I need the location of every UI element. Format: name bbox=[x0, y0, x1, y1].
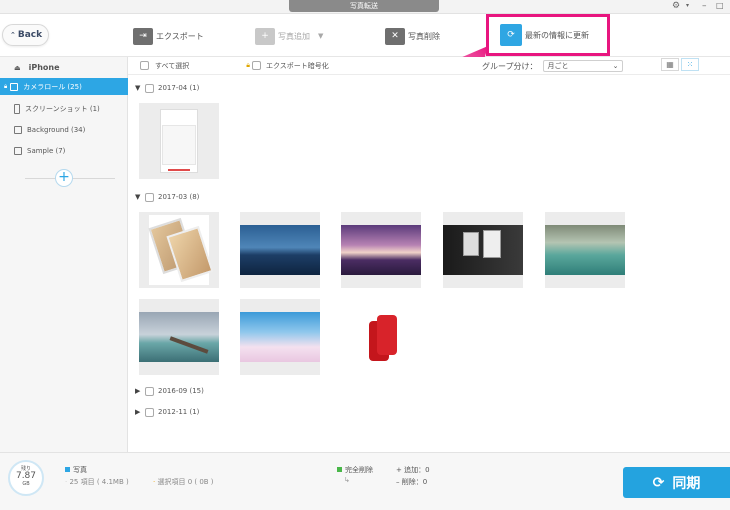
expand-triangle-icon[interactable]: ▼ bbox=[135, 84, 145, 92]
added-value: 追加：0 bbox=[404, 466, 430, 474]
select-all-checkbox[interactable] bbox=[140, 61, 149, 70]
gauge-unit: GB bbox=[22, 481, 30, 487]
storage-gauge: 残り 7.87 GB bbox=[8, 460, 44, 496]
sidebar-item-label: スクリーンショット (1) bbox=[25, 104, 100, 113]
group-checkbox[interactable] bbox=[145, 192, 154, 202]
group-label: 2017-04 (1) bbox=[158, 84, 200, 92]
deleted-stat: – 削除：0 bbox=[396, 477, 427, 487]
back-button[interactable]: ⌃ Back bbox=[2, 24, 49, 46]
photos-count-value: 25 項目 ( 4.1MB ) bbox=[69, 478, 129, 486]
sidebar-item-camera-roll[interactable]: 🔒︎ カメラロール (25) bbox=[0, 78, 128, 95]
sidebar-item-label: カメラロール (25) bbox=[23, 82, 82, 91]
lock-icon: 🔒︎ bbox=[4, 82, 8, 90]
chevron-up-icon: ⌃ bbox=[10, 31, 16, 39]
permanent-delete-stat: 完全削除 bbox=[337, 465, 373, 475]
group-label: 2016-09 (15) bbox=[158, 387, 204, 395]
group-checkbox[interactable] bbox=[145, 386, 154, 396]
export-label: エクスポート bbox=[156, 31, 204, 41]
export-button[interactable]: ⇥ エクスポート bbox=[133, 26, 204, 46]
sidebar-device-iphone[interactable]: ⏏ iPhone bbox=[0, 59, 128, 76]
add-photo-button[interactable]: + 写真追加 ▼ bbox=[255, 26, 323, 46]
add-album-button[interactable]: + bbox=[55, 169, 73, 187]
phone-icon bbox=[14, 103, 20, 114]
chevron-down-icon: ⌄ bbox=[612, 62, 619, 70]
photos-stat: 写真 bbox=[65, 465, 87, 475]
sync-icon: ⟳ bbox=[652, 474, 665, 491]
selected-count: · 選択項目 0 ( 0B ) bbox=[153, 478, 214, 486]
photo-content: すべて選択 🔒︎ エクスポート暗号化 グループ分け： 月ごと ⌄ ▦ ⁙ ▼ 2… bbox=[128, 57, 730, 452]
eject-icon: ⏏ bbox=[14, 63, 21, 72]
group-checkbox[interactable] bbox=[145, 83, 154, 93]
group-label: 2017-03 (8) bbox=[158, 193, 200, 201]
select-all-label: すべて選択 bbox=[155, 61, 190, 70]
photos-color-square bbox=[65, 467, 70, 472]
photo-thumbnail[interactable] bbox=[341, 212, 421, 288]
small-grid-view-button[interactable]: ⁙ bbox=[681, 58, 699, 71]
selected-count-value: 選択項目 0 ( 0B ) bbox=[157, 478, 214, 486]
sidebar-item-sample[interactable]: Sample (7) bbox=[0, 142, 128, 159]
image-icon bbox=[14, 125, 22, 134]
sync-label: 同期 bbox=[672, 475, 701, 492]
sidebar-item-background[interactable]: Background (34) bbox=[0, 121, 128, 138]
added-stat: + 追加：0 bbox=[396, 465, 430, 475]
group-header[interactable]: ▼ 2017-03 (8) bbox=[135, 191, 199, 203]
group-by-select[interactable]: 月ごと ⌄ bbox=[542, 60, 623, 72]
title-bar: 写真転送 ⚙ ▾ – □ bbox=[0, 0, 730, 14]
sidebar-item-label: Sample (7) bbox=[27, 146, 66, 155]
photo-thumbnail[interactable] bbox=[240, 299, 320, 375]
add-photo-label: 写真追加 bbox=[278, 31, 310, 41]
dropdown-arrow-icon[interactable]: ▾ bbox=[686, 0, 689, 12]
large-grid-view-button[interactable]: ▦ bbox=[661, 58, 679, 71]
photo-thumbnail[interactable] bbox=[443, 212, 523, 288]
back-label: Back bbox=[17, 30, 43, 40]
collapse-triangle-icon[interactable]: ▶ bbox=[135, 387, 145, 395]
plus-icon: + bbox=[396, 466, 402, 474]
bottom-bar: 残り 7.87 GB 写真 · 25 項目 ( 4.1MB ) · 選択項目 0… bbox=[0, 452, 730, 510]
sidebar: ⏏ iPhone 🔒︎ カメラロール (25) スクリーンショット (1) Ba… bbox=[0, 57, 128, 452]
export-encrypt-label: エクスポート暗号化 bbox=[265, 61, 329, 70]
photo-thumbnail[interactable] bbox=[139, 299, 219, 375]
chevron-down-icon[interactable]: ▼ bbox=[318, 32, 323, 40]
group-label: 2012-11 (1) bbox=[158, 408, 200, 416]
collapse-triangle-icon[interactable]: ▶ bbox=[135, 408, 145, 416]
photos-count: · 25 項目 ( 4.1MB ) bbox=[65, 478, 129, 486]
group-header[interactable]: ▼ 2017-04 (1) bbox=[135, 82, 199, 94]
settings-icon[interactable]: ⚙ bbox=[672, 0, 680, 12]
gauge-value: 7.87 bbox=[15, 471, 37, 481]
permanent-delete-label: 完全削除 bbox=[345, 466, 373, 474]
photo-thumbnail[interactable] bbox=[341, 299, 421, 375]
photos-label: 写真 bbox=[73, 466, 87, 474]
window-title: 写真転送 bbox=[289, 0, 439, 12]
sidebar-item-label: Background (34) bbox=[27, 125, 86, 134]
photo-thumbnail[interactable] bbox=[240, 212, 320, 288]
image-icon bbox=[14, 146, 22, 155]
sidebar-item-screenshots[interactable]: スクリーンショット (1) bbox=[0, 100, 128, 117]
group-header[interactable]: ▶ 2016-09 (15) bbox=[135, 385, 204, 397]
group-by-control: グループ分け： 月ごと ⌄ bbox=[482, 59, 686, 73]
maximize-button[interactable]: □ bbox=[716, 0, 724, 12]
photo-thumbnail[interactable] bbox=[139, 212, 219, 288]
photo-thumbnail[interactable] bbox=[139, 103, 219, 179]
minus-icon: – bbox=[396, 478, 400, 486]
lock-icon: 🔒︎ bbox=[246, 61, 250, 69]
add-photo-icon: + bbox=[255, 27, 275, 45]
delete-color-square bbox=[337, 467, 342, 472]
group-by-label: グループ分け： bbox=[482, 61, 538, 71]
device-name: iPhone bbox=[28, 63, 60, 72]
camera-icon bbox=[10, 82, 19, 91]
export-icon: ⇥ bbox=[133, 27, 153, 45]
sync-button[interactable]: ⟳ 同期 bbox=[623, 467, 730, 498]
return-arrow-icon: ↳ bbox=[344, 476, 350, 484]
minimize-button[interactable]: – bbox=[702, 0, 707, 12]
group-checkbox[interactable] bbox=[145, 407, 154, 417]
deleted-value: 削除：0 bbox=[401, 478, 428, 486]
expand-triangle-icon[interactable]: ▼ bbox=[135, 193, 145, 201]
group-header[interactable]: ▶ 2012-11 (1) bbox=[135, 406, 199, 418]
toolbar: ⌃ Back ⇥ エクスポート + 写真追加 ▼ ✕ 写真削除 ⟳ 最新の情報に更… bbox=[0, 14, 730, 57]
photo-thumbnail[interactable] bbox=[545, 212, 625, 288]
group-by-value: 月ごと bbox=[547, 62, 569, 70]
export-encrypt-checkbox[interactable] bbox=[251, 61, 261, 70]
highlight-annotation-box bbox=[486, 14, 610, 56]
